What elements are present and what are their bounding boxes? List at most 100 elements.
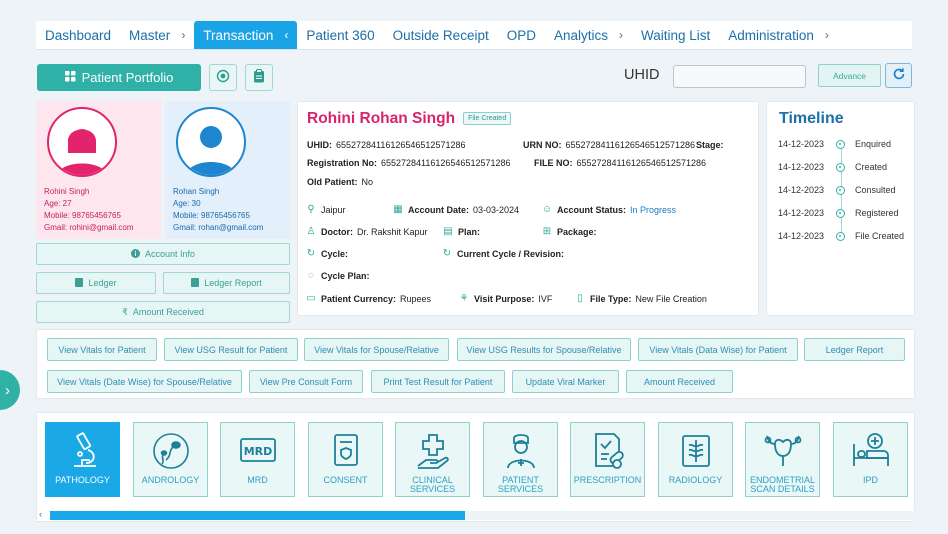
nav-dashboard[interactable]: Dashboard bbox=[36, 21, 120, 49]
file-type-row: ▯ File Type: New File Creation bbox=[574, 293, 707, 304]
uhid-label: UHID bbox=[624, 67, 660, 83]
visit-purpose-label: Visit Purpose: bbox=[474, 293, 535, 304]
ledger-report-button[interactable]: Ledger Report bbox=[163, 272, 290, 294]
info-icon bbox=[130, 248, 140, 260]
timeline-dot-icon bbox=[836, 162, 845, 172]
sidebar-toggle-button[interactable]: › bbox=[0, 370, 20, 410]
package-label: Package: bbox=[557, 226, 597, 237]
patient-name: Rohini Rohan Singh File Created bbox=[307, 110, 749, 128]
nav-opd[interactable]: OPD bbox=[498, 21, 545, 49]
tile-consent[interactable]: CONSENT bbox=[308, 422, 383, 497]
uhid-input[interactable] bbox=[673, 65, 806, 88]
ledger-label: Ledger bbox=[88, 278, 117, 288]
tile-label: RADIOLOGY bbox=[668, 475, 723, 485]
location-pin-icon: ⚲ bbox=[307, 204, 315, 215]
timeline-label: Enquired bbox=[855, 139, 892, 149]
nav-label: Patient 360 bbox=[306, 27, 375, 43]
female-avatar-icon bbox=[47, 107, 117, 177]
scrollbar-thumb[interactable] bbox=[50, 511, 466, 520]
tile-label: CONSENT bbox=[323, 475, 368, 485]
view-vitals-datewise-patient-button[interactable]: View Vitals (Data Wise) for Patient bbox=[638, 338, 798, 361]
patient-portfolio-button[interactable]: Patient Portfolio bbox=[37, 64, 201, 91]
stage-row: Stage: bbox=[696, 140, 724, 150]
timeline-date: 14-12-2023 bbox=[778, 208, 825, 218]
refresh-button[interactable] bbox=[885, 63, 912, 88]
tiles-scrollbar[interactable] bbox=[50, 511, 915, 520]
view-usg-patient-button[interactable]: View USG Result for Patient bbox=[164, 338, 298, 361]
city-value: Jaipur bbox=[321, 204, 346, 215]
chevron-right-icon: › bbox=[181, 28, 186, 42]
nav-waiting-list[interactable]: Waiting List bbox=[632, 21, 719, 49]
advance-button[interactable]: Advance bbox=[818, 64, 881, 87]
tile-mrd[interactable]: MRD MRD bbox=[220, 422, 295, 497]
timeline-event: 14-12-2023 Enquired bbox=[778, 139, 891, 149]
old-patient-value: No bbox=[361, 177, 374, 187]
scroll-left-icon[interactable]: ‹ bbox=[39, 509, 42, 519]
plan-label: Plan: bbox=[458, 226, 481, 237]
currency-row: ▭ Patient Currency: Rupees bbox=[305, 293, 431, 304]
tile-pathology[interactable]: PATHOLOGY bbox=[45, 422, 120, 497]
tile-clinical-services[interactable]: CLINICAL SERVICES bbox=[395, 422, 470, 497]
amount-received-action-button[interactable]: Amount Received bbox=[626, 370, 733, 393]
uhid-detail-label: UHID: bbox=[307, 140, 332, 150]
view-pre-consult-form-button[interactable]: View Pre Consult Form bbox=[249, 370, 363, 393]
uhid-row: UHID: 655272841161265465125712​86 bbox=[307, 140, 465, 150]
ledger-report-action-button[interactable]: Ledger Report bbox=[804, 338, 905, 361]
nav-administration[interactable]: Administration › bbox=[719, 21, 838, 49]
rupee-icon: ₹ bbox=[122, 306, 128, 317]
tile-endometrial-scan[interactable]: ENDOMETRIAL SCAN DETAILS bbox=[745, 422, 820, 497]
print-test-result-button[interactable]: Print Test Result for Patient bbox=[371, 370, 505, 393]
ledger-button[interactable]: Ledger bbox=[36, 272, 156, 294]
nav-outside-receipt[interactable]: Outside Receipt bbox=[384, 21, 498, 49]
actions-panel: View Vitals for Patient View USG Result … bbox=[36, 329, 915, 399]
female-name: Rohini Singh bbox=[44, 187, 90, 196]
tile-andrology[interactable]: ANDROLOGY bbox=[133, 422, 208, 497]
tile-label: PRESCRIPTION bbox=[573, 475, 642, 485]
status-badge: File Created bbox=[463, 112, 512, 125]
tile-prescription[interactable]: PRESCRIPTION bbox=[570, 422, 645, 497]
tile-radiology[interactable]: RADIOLOGY bbox=[658, 422, 733, 497]
patient-name-text: Rohini Rohan Singh bbox=[307, 110, 456, 127]
currency-label: Patient Currency: bbox=[321, 293, 397, 304]
view-vitals-datewise-spouse-button[interactable]: View Vitals (Date Wise) for Spouse/Relat… bbox=[47, 370, 242, 393]
timeline-title: Timeline bbox=[779, 110, 844, 127]
view-vitals-spouse-button[interactable]: View Vitals for Spouse/Relative bbox=[304, 338, 449, 361]
clipboard-button[interactable] bbox=[245, 64, 273, 91]
chevron-right-icon: › bbox=[5, 381, 10, 399]
tile-label: IPD bbox=[862, 475, 878, 485]
male-mobile: Mobile: 98765456765 bbox=[173, 211, 250, 220]
nav-master[interactable]: Master › bbox=[120, 21, 194, 49]
nav-label: Analytics bbox=[553, 27, 609, 43]
nav-label: Waiting List bbox=[641, 27, 711, 43]
microscope-icon bbox=[73, 432, 96, 467]
timeline-label: Registered bbox=[855, 208, 899, 218]
nav-transaction[interactable]: Transaction ‹ bbox=[194, 21, 298, 49]
timeline-label: Consulted bbox=[855, 185, 896, 195]
tile-label: ANDROLOGY bbox=[141, 475, 200, 485]
timeline-panel: Timeline 14-12-2023 Enquired 14-12-2023 Cr… bbox=[766, 101, 915, 316]
tile-ipd[interactable]: IPD bbox=[833, 422, 908, 497]
view-vitals-patient-button[interactable]: View Vitals for Patient bbox=[47, 338, 157, 361]
timeline-date: 14-12-2023 bbox=[778, 231, 825, 241]
urn-row: URN NO: 65527284116126546512571286 bbox=[523, 140, 695, 150]
refresh-icon bbox=[892, 67, 906, 84]
nav-analytics[interactable]: Analytics › bbox=[545, 21, 632, 49]
consent-document-icon bbox=[333, 434, 358, 466]
plus-square-icon: ⊞ bbox=[542, 226, 552, 237]
cycle-plan-label: Cycle Plan: bbox=[321, 270, 370, 281]
money-icon: ▭ bbox=[306, 293, 316, 304]
account-info-button[interactable]: Account Info bbox=[36, 243, 290, 265]
amount-received-button[interactable]: ₹ Amount Received bbox=[36, 301, 290, 323]
clipboard-icon: ▤ bbox=[443, 226, 453, 237]
account-date-row: ▦ Account Date: 03-03-2024 bbox=[392, 204, 519, 215]
update-viral-marker-button[interactable]: Update Viral Marker bbox=[512, 370, 619, 393]
history-button[interactable] bbox=[209, 64, 237, 91]
file-no-value: 65527284116126546512571286 bbox=[576, 158, 706, 168]
timeline-event: 14-12-2023 File Created bbox=[778, 231, 904, 241]
visit-purpose-row: ⚘ Visit Purpose: IVF bbox=[458, 293, 553, 304]
view-usg-spouse-button[interactable]: View USG Results for Spouse/Relative bbox=[457, 338, 631, 361]
nav-patient-360[interactable]: Patient 360 bbox=[297, 21, 383, 49]
urn-value: 65527284116126546512571286 bbox=[565, 140, 695, 150]
timeline-label: Created bbox=[855, 162, 888, 172]
tile-patient-services[interactable]: PATIENT SERVICES bbox=[483, 422, 558, 497]
